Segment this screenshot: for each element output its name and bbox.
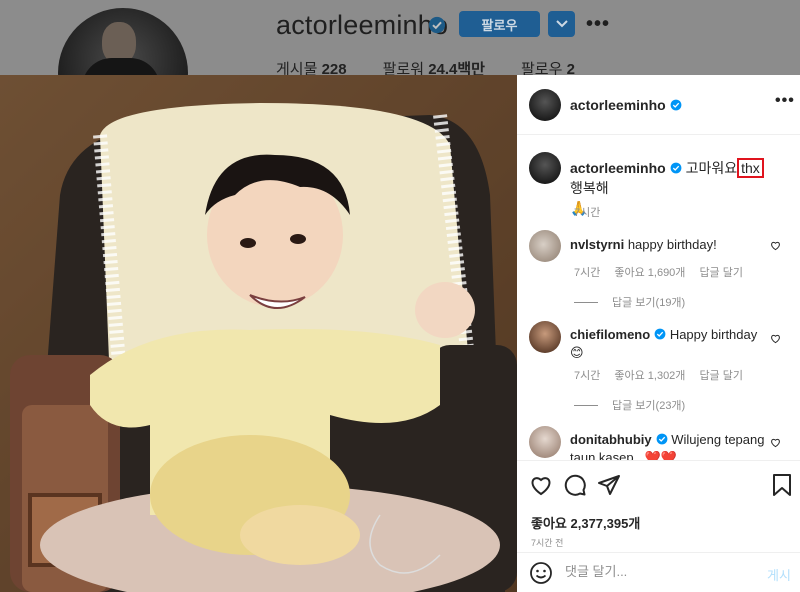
comment-icon[interactable]: [563, 473, 587, 497]
comment-meta: 7시간 좋아요 1,690개 답글 달기: [574, 264, 743, 280]
verified-icon: [656, 433, 668, 445]
post-photo[interactable]: [0, 75, 517, 592]
post-options-icon[interactable]: •••: [775, 92, 795, 110]
comment-meta: 7시간 좋아요 1,302개 답글 달기: [574, 367, 743, 383]
heart-icon[interactable]: [770, 240, 781, 251]
reply-button[interactable]: 답글 달기: [699, 264, 743, 280]
comment-text: chiefilomeno Happy birthday 😊: [570, 327, 758, 360]
commenter-avatar[interactable]: [529, 321, 561, 353]
caption-avatar[interactable]: [529, 152, 561, 184]
reply-button[interactable]: 답글 달기: [699, 367, 743, 383]
view-replies-button[interactable]: 답글 보기(23개): [574, 397, 685, 413]
caption-meta: 7시간: [574, 207, 601, 219]
verified-icon: [428, 16, 446, 34]
profile-options-icon[interactable]: •••: [586, 13, 610, 36]
bookmark-icon[interactable]: [770, 473, 794, 497]
add-comment-bar: 게시: [517, 552, 800, 592]
share-icon[interactable]: [597, 473, 621, 497]
view-replies-button[interactable]: 답글 보기(19개): [574, 294, 685, 310]
post-author[interactable]: actorleeminho: [570, 97, 682, 113]
comment-username[interactable]: nvlstyrni: [570, 237, 624, 252]
baby-photo-illustration: [0, 75, 517, 592]
heart-icon[interactable]: [770, 333, 781, 344]
caption-username[interactable]: actorleeminho: [570, 160, 666, 176]
comment-username[interactable]: donitabhubiy: [570, 432, 652, 447]
post-actions: 좋아요 2,377,395개 7시간 전 게시: [517, 460, 800, 592]
verified-icon: [670, 162, 682, 174]
comment-text: nvlstyrni happy birthday!: [570, 237, 717, 252]
author-avatar[interactable]: [529, 89, 561, 121]
follow-button[interactable]: 팔로우: [459, 11, 540, 37]
verified-icon: [654, 328, 666, 340]
post-timestamp[interactable]: 7시간 전: [531, 536, 563, 549]
emoji-icon[interactable]: [529, 561, 553, 585]
comment-text: donitabhubiy Wilujeng tepang taun kasep.…: [570, 432, 765, 460]
post-header: actorleeminho •••: [517, 75, 800, 135]
caption-text: actorleeminho 고마워요 thx행복해 🙏: [570, 158, 775, 218]
likes-count[interactable]: 좋아요 2,377,395개: [531, 513, 640, 532]
post-detail-panel: actorleeminho ••• actorleeminho 고마워요 thx행…: [517, 75, 800, 592]
chevron-down-icon: [555, 20, 568, 28]
profile-username: actorleeminho: [276, 10, 449, 40]
heart-icon[interactable]: [529, 473, 553, 497]
comment-username[interactable]: chiefilomeno: [570, 327, 650, 342]
commenter-avatar[interactable]: [529, 230, 561, 262]
heart-icon[interactable]: [770, 437, 781, 448]
commenter-avatar[interactable]: [529, 426, 561, 458]
verified-icon: [670, 99, 682, 111]
comments-list[interactable]: actorleeminho 고마워요 thx행복해 🙏 7시간 nvlstyrni…: [517, 136, 800, 460]
suggestions-dropdown-button[interactable]: [548, 11, 575, 37]
comment-input[interactable]: [565, 564, 745, 579]
post-comment-button[interactable]: 게시: [767, 565, 791, 584]
highlight-box: thx: [737, 158, 764, 178]
